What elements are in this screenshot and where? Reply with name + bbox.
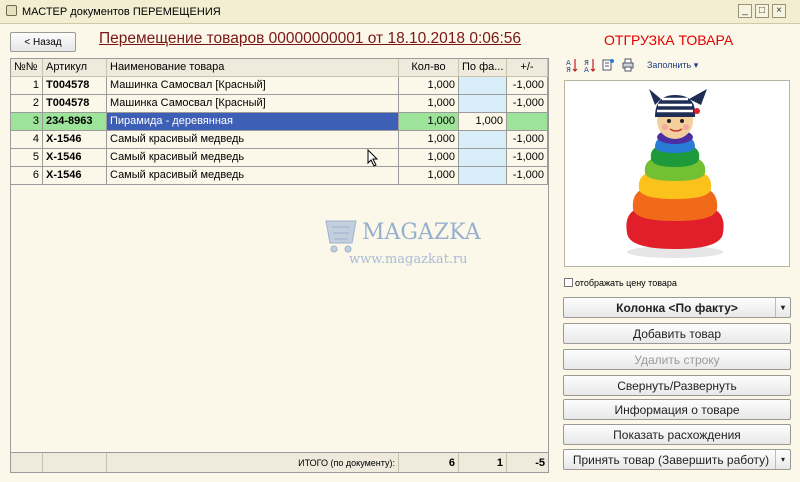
row-diff[interactable]: -1,000 [507, 131, 548, 149]
table-row[interactable]: 1 T004578 Машинка Самосвал [Красный] 1,000 -… [11, 77, 548, 95]
show-diffs-button[interactable]: Показать расхождения [563, 424, 791, 445]
row-product-name[interactable]: Машинка Самосвал [Красный] [107, 77, 399, 95]
close-button[interactable]: × [772, 4, 786, 18]
footer-cell [11, 453, 43, 472]
fill-dropdown[interactable]: Заполнить ▾ [647, 60, 698, 71]
row-sku[interactable]: X-1546 [43, 131, 107, 149]
row-qty[interactable]: 1,000 [399, 113, 459, 131]
row-diff[interactable]: -1,000 [507, 77, 548, 95]
table-row[interactable]: 2 T004578 Машинка Самосвал [Красный] 1,000 -… [11, 95, 548, 113]
delete-row-button[interactable]: Удалить строку [563, 349, 791, 370]
row-number[interactable]: 4 [11, 131, 43, 149]
footer-qty-total: 6 [399, 453, 459, 472]
row-qty[interactable]: 1,000 [399, 167, 459, 185]
column-header-fact[interactable]: По фа... [459, 59, 507, 77]
fill-label: Заполнить [647, 60, 692, 70]
print-icon[interactable] [622, 58, 634, 72]
footer-cell [43, 453, 107, 472]
collapse-expand-button[interactable]: Свернуть/Развернуть [563, 375, 791, 396]
column-header-number[interactable]: №№ [11, 59, 43, 77]
table-footer: ИТОГО (по документу): 6 1 -5 [11, 452, 548, 472]
row-sku[interactable]: 234-8963 [43, 113, 107, 131]
row-fact[interactable] [459, 77, 507, 95]
row-diff[interactable]: -1,000 [507, 95, 548, 113]
accept-goods-label: Принять товар (Завершить работу) [572, 452, 770, 467]
sort-ascending-icon[interactable]: A Я [566, 58, 578, 72]
window-title: МАСТЕР документов ПЕРЕМЕЩЕНИЯ [22, 6, 221, 18]
main-area: < Назад Перемещение товаров 00000000001 … [0, 25, 800, 482]
row-fact[interactable] [459, 149, 507, 167]
product-image-frame [564, 80, 790, 267]
product-image [565, 81, 789, 266]
row-diff[interactable]: -1,000 [507, 167, 548, 185]
magazka-watermark: MAGAZKA www.magazkat.ru [325, 220, 482, 267]
chevron-down-icon[interactable]: ▾ [775, 298, 790, 317]
row-fact[interactable] [459, 167, 507, 185]
watermark-brand: MAGAZKA [362, 220, 482, 245]
back-button[interactable]: < Назад [10, 32, 76, 52]
row-sku[interactable]: X-1546 [43, 149, 107, 167]
row-product-name[interactable]: Самый красивый медведь [107, 149, 399, 167]
row-fact[interactable]: 1,000 [459, 113, 507, 131]
checkbox-box[interactable] [564, 278, 573, 287]
list-settings-icon[interactable] [602, 58, 614, 72]
section-title: ОТГРУЗКА ТОВАРА [604, 32, 734, 48]
svg-text:Я: Я [566, 66, 571, 72]
row-product-name[interactable]: Самый красивый медведь [107, 131, 399, 149]
show-price-checkbox[interactable]: отображать цену товара [564, 278, 677, 288]
row-sku[interactable]: T004578 [43, 77, 107, 95]
row-sku[interactable]: X-1546 [43, 167, 107, 185]
table-row[interactable]: 6 X-1546 Самый красивый медведь 1,000 -1,000 [11, 167, 548, 185]
column-header-sku[interactable]: Артикул [43, 59, 107, 77]
row-fact[interactable] [459, 95, 507, 113]
title-bar: МАСТЕР документов ПЕРЕМЕЩЕНИЯ _ □ × [0, 0, 800, 24]
row-fact[interactable] [459, 131, 507, 149]
column-fact-button[interactable]: Колонка <По факту> ▾ [563, 297, 791, 318]
table-row[interactable]: 3 234-8963 Пирамида - деревянная 1,000 1,000 [11, 113, 548, 131]
watermark-url: www.magazkat.ru [349, 252, 468, 267]
add-product-button[interactable]: Добавить товар [563, 323, 791, 344]
maximize-button[interactable]: □ [755, 4, 769, 18]
column-fact-label: Колонка <По факту> [616, 300, 738, 315]
row-qty[interactable]: 1,000 [399, 131, 459, 149]
row-product-name[interactable]: Самый красивый медведь [107, 167, 399, 185]
row-number[interactable]: 3 [11, 113, 43, 131]
row-diff[interactable]: -1,000 [507, 149, 548, 167]
column-header-diff[interactable]: +/- [507, 59, 548, 77]
product-info-button[interactable]: Информация о товаре [563, 399, 791, 420]
table-row[interactable]: 5 X-1546 Самый красивый медведь 1,000 -1,000 [11, 149, 548, 167]
row-product-name[interactable]: Пирамида - деревянная [107, 113, 399, 131]
row-number[interactable]: 2 [11, 95, 43, 113]
document-title[interactable]: Перемещение товаров 00000000001 от 18.10… [99, 30, 521, 48]
table-row[interactable]: 4 X-1546 Самый красивый медведь 1,000 -1,000 [11, 131, 548, 149]
row-qty[interactable]: 1,000 [399, 77, 459, 95]
row-number[interactable]: 6 [11, 167, 43, 185]
row-qty[interactable]: 1,000 [399, 95, 459, 113]
row-product-name[interactable]: Машинка Самосвал [Красный] [107, 95, 399, 113]
chevron-down-icon[interactable]: ▾ [775, 450, 790, 469]
svg-text:A: A [584, 66, 589, 72]
footer-diff-total: -5 [535, 457, 545, 469]
minimize-button[interactable]: _ [738, 4, 752, 18]
footer-total-label: ИТОГО (по документу): [107, 453, 399, 472]
chevron-down-icon: ▾ [693, 60, 699, 70]
column-header-qty[interactable]: Кол-во [399, 59, 459, 77]
row-qty[interactable]: 1,000 [399, 149, 459, 167]
row-sku[interactable]: T004578 [43, 95, 107, 113]
row-number[interactable]: 1 [11, 77, 43, 95]
app-icon [6, 5, 17, 16]
row-number[interactable]: 5 [11, 149, 43, 167]
footer-fact-total: 1 [459, 453, 507, 472]
show-price-label: отображать цену товара [575, 278, 677, 288]
accept-goods-button[interactable]: Принять товар (Завершить работу) ▾ [563, 449, 791, 470]
row-diff[interactable] [507, 113, 548, 131]
column-header-name[interactable]: Наименование товара [107, 59, 399, 77]
mouse-cursor-icon [367, 149, 379, 167]
sort-descending-icon[interactable]: Я A [584, 58, 596, 72]
